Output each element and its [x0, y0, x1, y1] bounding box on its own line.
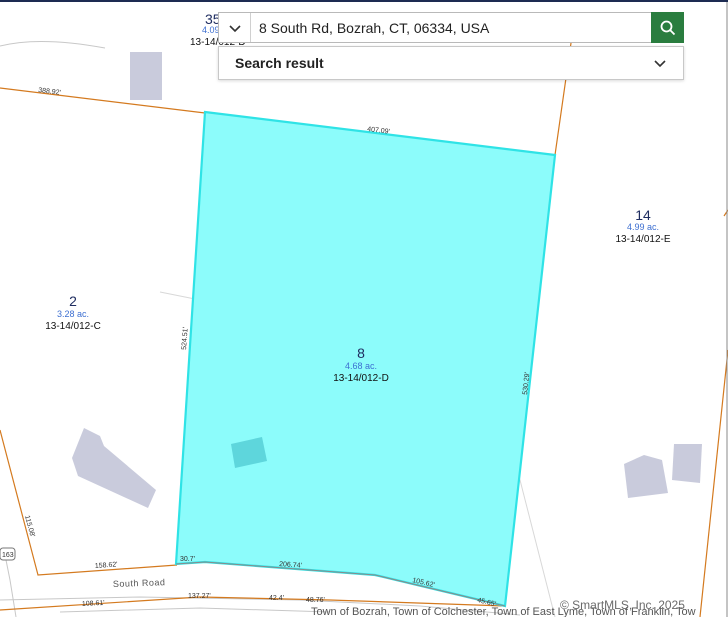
street-label: South Road: [113, 577, 166, 589]
search-bar: [218, 12, 684, 43]
dimension-label: 108.61': [82, 600, 105, 608]
dimension-label: 42.4': [269, 595, 284, 602]
parcel-acreage: 4.99 ac.: [627, 222, 659, 232]
parcel-id: 13-14/012-E: [615, 234, 670, 245]
building: [672, 444, 702, 483]
parcel-number: 2: [69, 293, 77, 309]
search-button[interactable]: [651, 12, 684, 43]
parcel-number: 14: [635, 207, 651, 223]
top-border: [0, 0, 728, 2]
building: [624, 455, 668, 498]
dimension-label: 48.76': [306, 597, 325, 604]
building: [130, 52, 162, 100]
parcel-map[interactable]: 35 4.09 13-14/012-D 14 4.99 ac. 13-14/01…: [0, 0, 728, 617]
parcel-id: 13-14/012-D: [333, 373, 389, 384]
parcel-number: 8: [357, 345, 365, 361]
copyright-text: © SmartMLS, Inc. 2025: [560, 598, 685, 612]
route-number: 163: [2, 552, 14, 559]
chevron-down-icon[interactable]: [653, 56, 667, 70]
search-result-title: Search result: [235, 55, 324, 71]
parcel-acreage: 4.68 ac.: [345, 361, 377, 371]
parcel-acreage: 4.09: [202, 25, 220, 35]
parcel-id: 13-14/012-C: [45, 321, 101, 332]
dimension-label: 137.27': [188, 593, 211, 600]
search-icon: [660, 20, 675, 35]
parcel-acreage: 3.28 ac.: [57, 309, 89, 319]
route-shield: 163: [0, 547, 16, 561]
selected-parcel[interactable]: [174, 110, 557, 608]
search-input[interactable]: [251, 14, 653, 41]
search-result-panel[interactable]: Search result: [218, 46, 684, 80]
dimension-label: 30.7': [180, 556, 195, 563]
search-source-dropdown[interactable]: [219, 13, 251, 42]
chevron-down-icon: [228, 24, 241, 32]
